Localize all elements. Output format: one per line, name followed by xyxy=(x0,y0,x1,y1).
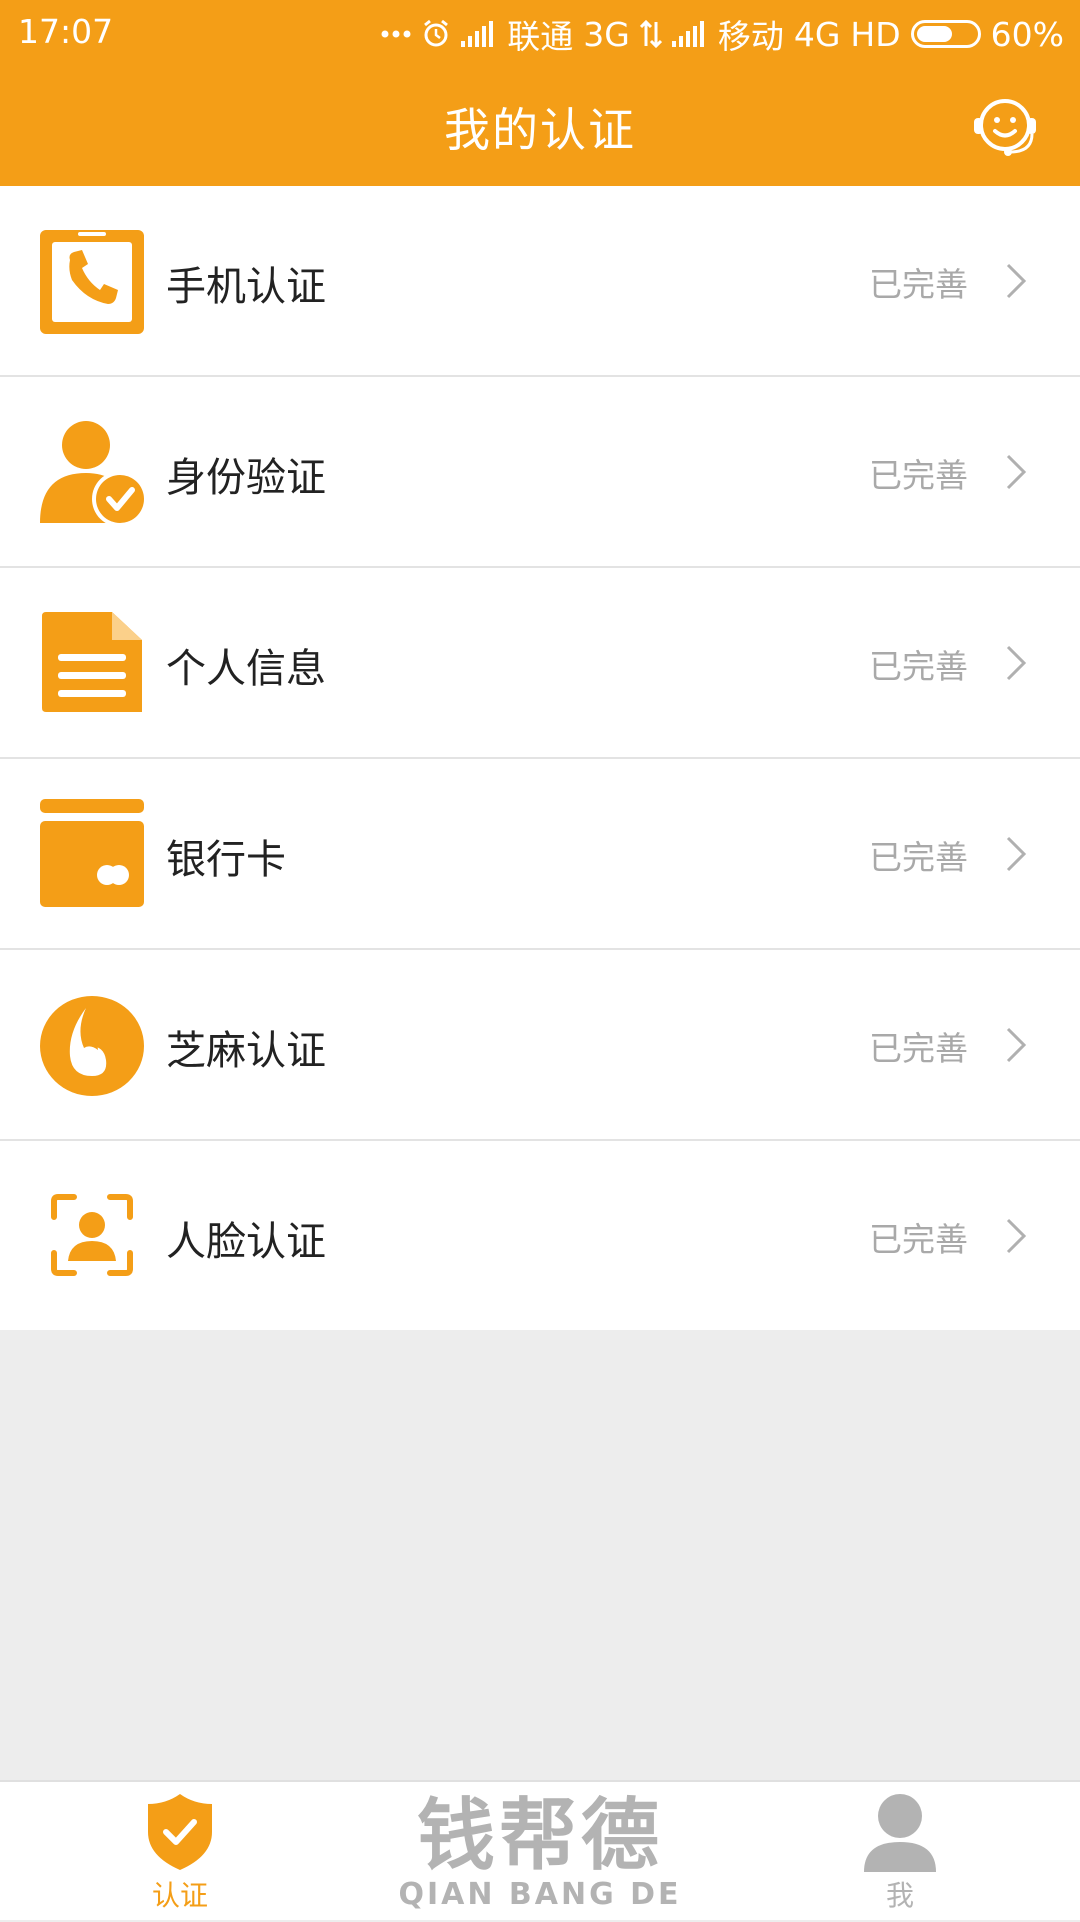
verification-item-identity[interactable]: 身份验证 已完善 xyxy=(0,377,1080,568)
item-label: 银行卡 xyxy=(166,837,286,883)
title-bar: 我的认证 xyxy=(0,62,1080,186)
tab-label: 认证 xyxy=(151,1879,208,1912)
battery-percent: 60% xyxy=(990,14,1064,54)
tab-me[interactable]: 我 xyxy=(830,1782,970,1922)
status-time: 17:07 xyxy=(18,12,114,51)
verification-item-phone[interactable]: 手机认证 已完善 xyxy=(0,186,1080,377)
item-status: 已完善 xyxy=(869,265,968,304)
sesame-icon xyxy=(40,996,144,1096)
hd-indicator: HD xyxy=(850,14,901,54)
chevron-right-icon xyxy=(1006,1218,1027,1254)
chevron-right-icon xyxy=(1006,836,1027,872)
bank-card-icon xyxy=(40,799,144,907)
alarm-icon xyxy=(421,19,451,49)
app-header: 17:07 联通 3G 移动 4G HD 60% 我的认证 xyxy=(0,0,1080,186)
item-label: 人脸认证 xyxy=(166,1219,326,1265)
verification-item-bank-card[interactable]: 银行卡 已完善 xyxy=(0,759,1080,950)
battery-icon xyxy=(910,20,981,48)
carrier-1: 联通 xyxy=(507,17,574,56)
shield-check-icon xyxy=(148,1794,212,1870)
chevron-right-icon xyxy=(1006,454,1027,490)
face-scan-icon xyxy=(51,1194,133,1276)
user-check-icon xyxy=(40,421,146,525)
verification-item-personal-info[interactable]: 个人信息 已完善 xyxy=(0,568,1080,759)
item-status: 已完善 xyxy=(869,1220,968,1259)
item-label: 手机认证 xyxy=(166,264,326,310)
chevron-right-icon xyxy=(1006,645,1027,681)
status-bar: 17:07 联通 3G 移动 4G HD 60% xyxy=(0,0,1080,62)
phone-icon xyxy=(40,230,144,334)
person-icon xyxy=(864,1794,936,1872)
bottom-tab-bar: 认证 钱帮德 QIAN BANG DE 我 xyxy=(0,1780,1080,1920)
verification-item-sesame[interactable]: 芝麻认证 已完善 xyxy=(0,950,1080,1141)
more-dots-icon xyxy=(381,28,411,40)
item-status: 已完善 xyxy=(869,1029,968,1068)
network-type-1: 3G xyxy=(583,14,630,54)
item-status: 已完善 xyxy=(869,456,968,495)
brand-name-en: QIAN BANG DE xyxy=(398,1877,682,1912)
headset-smile-icon xyxy=(974,99,1036,156)
status-indicators: 联通 3G 移动 4G HD 60% xyxy=(381,10,1064,58)
customer-service-button[interactable] xyxy=(970,90,1040,160)
signal-icon-2 xyxy=(671,21,708,47)
item-label: 身份验证 xyxy=(166,455,326,501)
chevron-right-icon xyxy=(1006,1027,1027,1063)
item-status: 已完善 xyxy=(869,838,968,877)
brand-logo: 钱帮德 QIAN BANG DE xyxy=(395,1794,685,1912)
tab-label: 我 xyxy=(885,1879,914,1912)
verification-list: 手机认证 已完善 身份验证 已完善 个人信息 已完善 银行卡 已完善 芝麻认证 … xyxy=(0,186,1080,1330)
page-title: 我的认证 xyxy=(444,103,636,157)
document-icon xyxy=(42,612,142,712)
item-label: 芝麻认证 xyxy=(166,1028,326,1074)
network-type-2: 4G xyxy=(793,14,841,54)
item-status: 已完善 xyxy=(869,647,968,686)
battery-fill xyxy=(916,26,952,42)
chevron-right-icon xyxy=(1006,263,1027,299)
verification-item-face[interactable]: 人脸认证 已完善 xyxy=(0,1141,1080,1330)
brand-name-cn: 钱帮德 xyxy=(416,1791,663,1881)
tab-verification[interactable]: 认证 xyxy=(110,1782,250,1922)
data-transfer-icon xyxy=(639,20,662,48)
item-label: 个人信息 xyxy=(166,646,326,692)
carrier-2: 移动 xyxy=(717,17,784,56)
signal-icon xyxy=(461,21,497,47)
